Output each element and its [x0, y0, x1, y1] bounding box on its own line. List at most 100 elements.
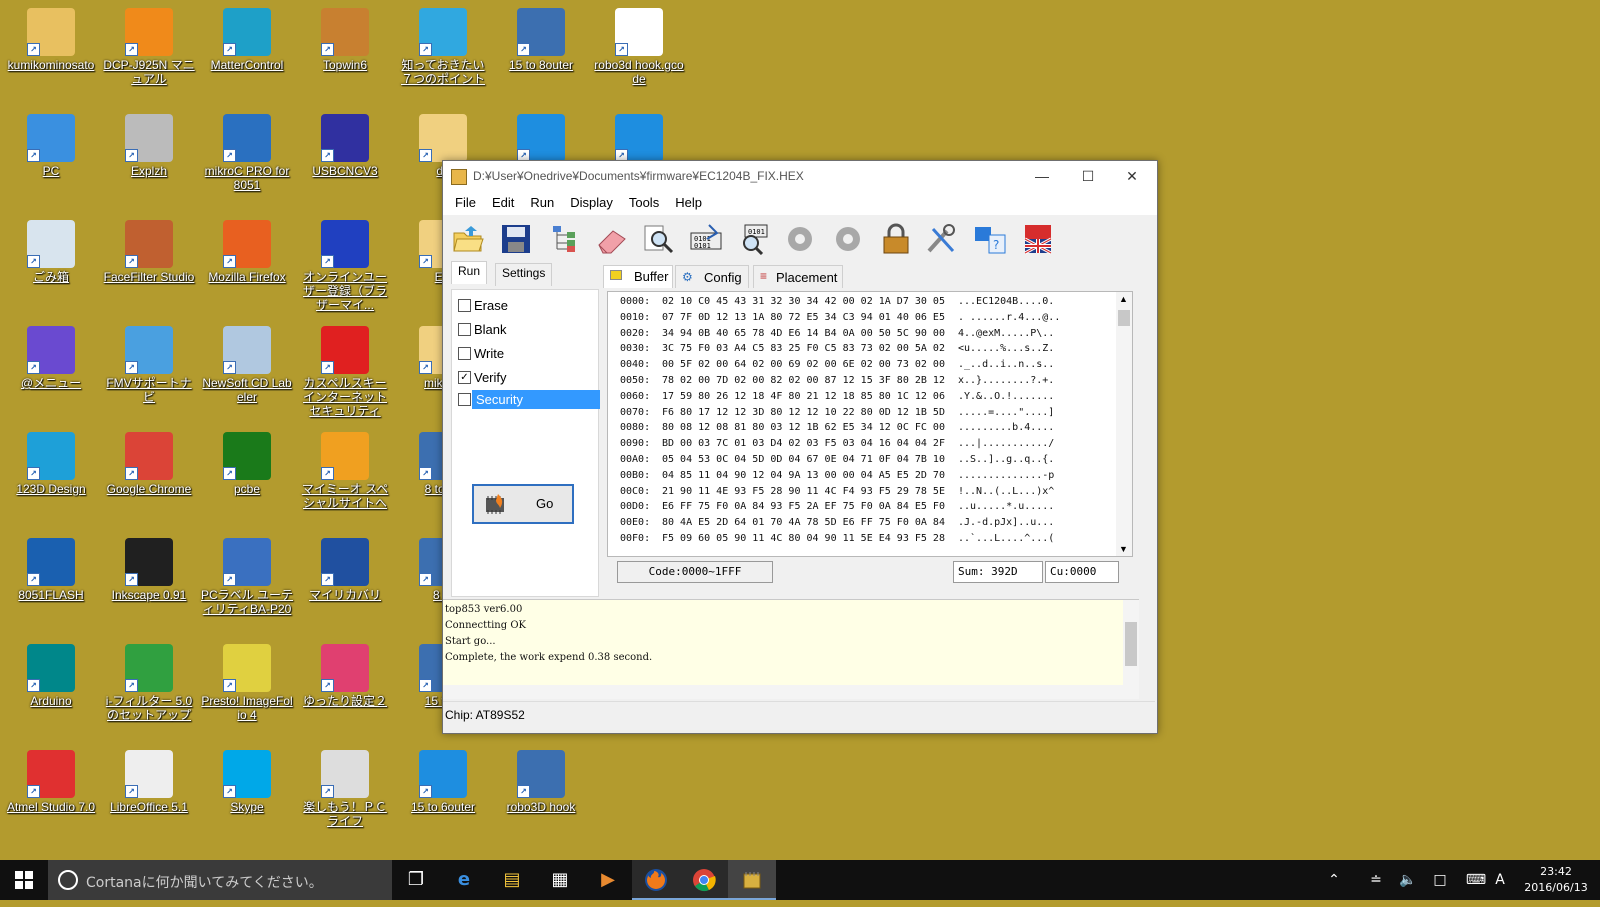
programmer-icon[interactable]	[728, 860, 776, 900]
tab-run[interactable]: Run	[451, 261, 488, 284]
open-folder-icon[interactable]	[451, 223, 485, 255]
desktop-shortcut[interactable]: ↗ FaceFilter Studio	[100, 214, 198, 284]
desktop-shortcut[interactable]: ↗ ゆったり設定２	[296, 638, 394, 708]
desktop-shortcut[interactable]: ↗ FMVサポートナビ	[100, 320, 198, 404]
clock[interactable]: 23:42 2016/06/13	[1516, 864, 1596, 896]
minimize-button[interactable]: —	[1019, 161, 1065, 191]
language-flag-icon[interactable]	[1021, 223, 1055, 255]
menu-file[interactable]: File	[447, 191, 484, 215]
desktop-shortcut[interactable]: ↗ robo3d hook.gcode	[590, 2, 688, 86]
eraser-icon[interactable]	[595, 223, 629, 255]
desktop-shortcut[interactable]: ↗ kumikominosato	[2, 2, 100, 72]
desktop-shortcut[interactable]: ↗ MatterControl	[198, 2, 296, 72]
desktop-shortcut[interactable]: ↗ i-フィルター 5.0のセットアップ	[100, 638, 198, 722]
desktop-shortcut[interactable]: ↗	[492, 108, 590, 164]
tab-settings[interactable]: Settings	[495, 263, 553, 286]
erase-checkbox[interactable]: Erase	[456, 296, 594, 316]
scroll-thumb[interactable]	[1118, 310, 1130, 326]
desktop-shortcut[interactable]: ↗ 15 to 6outer	[394, 744, 492, 814]
desktop-shortcut[interactable]: ↗ Skype	[198, 744, 296, 814]
write-checkbox[interactable]: Write	[456, 344, 594, 364]
log-scrollbar[interactable]	[1123, 600, 1139, 686]
desktop-shortcut[interactable]: ↗ 15 to 8outer	[492, 2, 590, 72]
edge-icon[interactable]: e	[440, 860, 488, 900]
desktop-shortcut[interactable]: ↗ DCP-J925N マニュアル	[100, 2, 198, 86]
tools-icon[interactable]	[925, 223, 959, 255]
desktop-shortcut[interactable]: ↗ 知っておきたい７つのポイント	[394, 2, 492, 86]
desktop-shortcut[interactable]: ↗ Google Chrome	[100, 426, 198, 496]
start-button[interactable]	[0, 860, 48, 900]
maximize-button[interactable]: ☐	[1065, 161, 1111, 191]
desktop-shortcut[interactable]: ↗ ごみ箱	[2, 214, 100, 284]
search-icon[interactable]	[641, 223, 675, 255]
menu-edit[interactable]: Edit	[484, 191, 522, 215]
title-bar[interactable]: D:¥User¥Onedrive¥Documents¥firmware¥EC12…	[443, 161, 1157, 191]
desktop-shortcut[interactable]: ↗ LibreOffice 5.1	[100, 744, 198, 814]
scroll-up-icon[interactable]: ▲	[1119, 294, 1128, 304]
desktop-shortcut[interactable]: ↗ マイリカバリ	[296, 532, 394, 602]
desktop-shortcut[interactable]: ↗ PCラベル ユーティリティBA-P20	[198, 532, 296, 616]
desktop-shortcut[interactable]: ↗ mikroC PRO for 8051	[198, 108, 296, 192]
read-chip-icon[interactable]: 0101 0101	[689, 223, 723, 255]
desktop-shortcut[interactable]: ↗ 8051FLASH	[2, 532, 100, 602]
security-check-box[interactable]	[458, 393, 471, 406]
desktop-shortcut[interactable]: ↗ オンラインユーザー登録（ブラザーマイ...	[296, 214, 394, 312]
desktop-shortcut[interactable]: ↗ Presto! ImageFolio 4	[198, 638, 296, 722]
explorer-icon[interactable]: ▤	[488, 860, 536, 900]
desktop-shortcut[interactable]: ↗ @メニュー	[2, 320, 100, 390]
ime-indicator[interactable]: A	[1488, 860, 1512, 900]
blank-checkbox[interactable]: Blank	[456, 320, 594, 340]
hex-buffer-view[interactable]: 0000: 02 10 C0 45 43 31 32 30 34 42 00 02…	[607, 291, 1133, 557]
desktop-shortcut[interactable]: ↗ NewSoft CD Labeler	[198, 320, 296, 404]
close-button[interactable]: ✕	[1109, 161, 1155, 191]
lock-icon[interactable]	[879, 223, 913, 255]
scroll-down-icon[interactable]: ▼	[1119, 544, 1128, 554]
tree-icon[interactable]	[547, 223, 581, 255]
desktop-shortcut[interactable]: ↗ Atmel Studio 7.0	[2, 744, 100, 814]
gear-disabled-icon[interactable]	[783, 223, 817, 255]
tab-buffer[interactable]: Buffer	[603, 265, 673, 288]
go-button[interactable]: Go	[472, 484, 574, 524]
blank-check-box[interactable]	[458, 323, 471, 336]
menu-run[interactable]: Run	[522, 191, 562, 215]
firefox-icon[interactable]	[632, 860, 680, 900]
save-icon[interactable]	[499, 223, 533, 255]
menu-display[interactable]: Display	[562, 191, 621, 215]
desktop-shortcut[interactable]: ↗ 楽しもう！ＰＣライフ	[296, 744, 394, 828]
log-scroll-thumb[interactable]	[1125, 622, 1137, 666]
log-output[interactable]: top853 ver6.00 Connectting OK Start go..…	[443, 599, 1139, 686]
desktop-shortcut[interactable]: ↗ Explzh	[100, 108, 198, 178]
security-checkbox[interactable]: Security	[456, 390, 600, 410]
cortana-search-box[interactable]: Cortanaに何か聞いてみてください。	[48, 860, 392, 900]
desktop-shortcut[interactable]: ↗ マイミーオ スペシャルサイトへ	[296, 426, 394, 510]
erase-check-box[interactable]	[458, 299, 471, 312]
desktop-shortcut[interactable]: ↗ Topwin6	[296, 2, 394, 72]
gear-disabled-icon[interactable]	[831, 223, 865, 255]
desktop-shortcut[interactable]: ↗ Mozilla Firefox	[198, 214, 296, 284]
tab-placement[interactable]: ≡ Placement	[753, 265, 843, 288]
desktop-shortcut[interactable]: ↗ Inkscape 0.91	[100, 532, 198, 602]
hex-scrollbar[interactable]: ▲ ▼	[1116, 292, 1132, 556]
desktop-shortcut[interactable]: ↗ USBCNCV3	[296, 108, 394, 178]
store-icon[interactable]: ▦	[536, 860, 584, 900]
verify-chip-icon[interactable]: 0101	[737, 223, 771, 256]
desktop-shortcut[interactable]: ↗ PC	[2, 108, 100, 178]
desktop-shortcut[interactable]: ↗ robo3D hook	[492, 744, 590, 814]
help-icon[interactable]: ?	[973, 223, 1007, 255]
verify-checkbox[interactable]: ✓ Verify	[456, 368, 594, 388]
media-icon[interactable]: ▶	[584, 860, 632, 900]
menu-tools[interactable]: Tools	[621, 191, 667, 215]
tab-config[interactable]: ⚙ Config	[675, 265, 749, 288]
chrome-icon[interactable]	[680, 860, 728, 900]
desktop-shortcut[interactable]: ↗ Arduino	[2, 638, 100, 708]
menu-help[interactable]: Help	[667, 191, 710, 215]
log-horizontal-scrollbar[interactable]	[443, 685, 1139, 699]
chevron-up-icon[interactable]: ⌃	[1310, 860, 1358, 900]
desktop-shortcut[interactable]: ↗	[590, 108, 688, 164]
task-view-icon[interactable]: ❐	[392, 860, 440, 900]
desktop-shortcut[interactable]: ↗ 123D Design	[2, 426, 100, 496]
write-check-box[interactable]	[458, 347, 471, 360]
verify-check-box[interactable]: ✓	[458, 371, 471, 384]
desktop-shortcut[interactable]: ↗ pcbe	[198, 426, 296, 496]
desktop-shortcut[interactable]: ↗ カスペルスキー インターネット セキュリティ	[296, 320, 394, 418]
